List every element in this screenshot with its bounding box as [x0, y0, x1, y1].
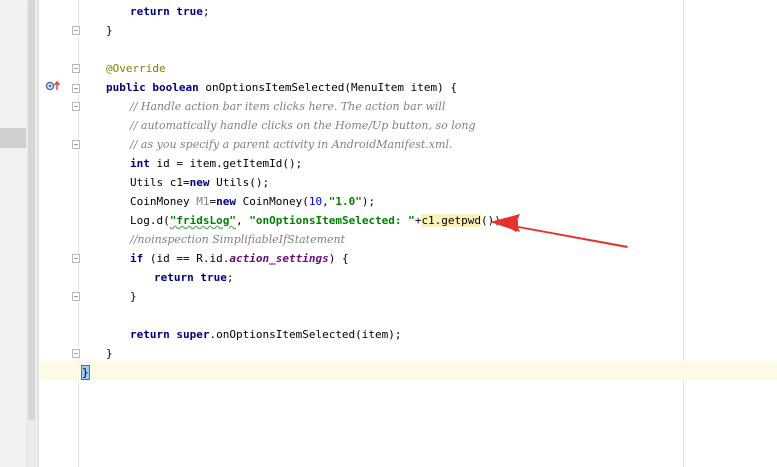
code-token: return super: [130, 328, 210, 341]
code-token: ;: [202, 5, 210, 18]
code-line-override-annotation[interactable]: @Override: [106, 59, 166, 78]
scrollbar-thumb[interactable]: [28, 0, 35, 420]
code-token: ) {: [328, 252, 349, 265]
code-line-log-d[interactable]: Log.d("fridsLog", "onOptionsItemSelected…: [130, 211, 508, 230]
project-tool-strip: [0, 0, 26, 467]
code-token: // as you specify a parent activity in A…: [130, 138, 453, 151]
code-line-comment-2[interactable]: // automatically handle clicks on the Ho…: [130, 116, 476, 135]
code-token: Utils();: [216, 176, 270, 189]
code-token: Utils c1=: [130, 176, 190, 189]
code-token: onOptionsItemSelected(MenuItem item) {: [205, 81, 458, 94]
fold-marker-icon[interactable]: [72, 140, 80, 149]
code-line-int-id[interactable]: int id = item.getItemId();: [130, 154, 302, 173]
current-line-highlight: [40, 361, 777, 380]
editor-gutter: [39, 0, 80, 467]
code-token: }: [81, 365, 90, 380]
code-token: if: [130, 252, 150, 265]
code-token: public boolean: [106, 81, 206, 94]
code-token: .onOptionsItemSelected(item);: [209, 328, 402, 341]
code-token: CoinMoney(: [242, 195, 309, 208]
code-token: // automatically handle clicks on the Ho…: [130, 119, 476, 132]
code-token: return true: [154, 271, 227, 284]
code-token: 10: [308, 195, 323, 208]
code-token: new: [216, 195, 243, 208]
code-token: ;: [226, 271, 234, 284]
code-token: "onOptionsItemSelected: ": [249, 214, 415, 227]
code-token: @Override: [106, 62, 166, 75]
code-token: (id == R.id.: [149, 252, 230, 265]
code-token: Log.d(: [130, 214, 170, 227]
override-method-icon[interactable]: [45, 80, 61, 92]
code-line-comment-3[interactable]: // as you specify a parent activity in A…: [130, 135, 452, 154]
fold-marker-icon[interactable]: [72, 349, 80, 358]
code-token: }: [106, 24, 113, 37]
editor-scrollbar[interactable]: [26, 0, 39, 467]
fold-marker-icon[interactable]: [72, 26, 80, 35]
fold-marker-icon[interactable]: [72, 84, 80, 93]
code-line-close-brace-method[interactable]: }: [106, 344, 113, 363]
code-token: );: [361, 195, 376, 208]
code-token: // Handle action bar item clicks here. T…: [130, 100, 446, 113]
code-line-close-brace-if[interactable]: }: [130, 287, 137, 306]
code-line-close-brace-class[interactable]: }: [81, 363, 90, 382]
fold-marker-icon[interactable]: [72, 292, 80, 301]
code-token: //noinspection SimplifiableIfStatement: [130, 233, 346, 246]
code-line-comment-1[interactable]: // Handle action bar item clicks here. T…: [130, 97, 445, 116]
code-token: ,: [322, 195, 329, 208]
code-line-return-true-top[interactable]: return true;: [130, 2, 209, 21]
code-line-return-true-inner[interactable]: return true;: [154, 268, 233, 287]
code-token: "1.0": [328, 195, 362, 208]
code-token: ());: [481, 214, 508, 227]
code-line-close-brace-1[interactable]: }: [106, 21, 113, 40]
code-token: }: [130, 290, 137, 303]
code-token: "fridsLog": [169, 214, 236, 227]
right-margin-guide: [683, 0, 684, 467]
code-line-noinspection-comment[interactable]: //noinspection SimplifiableIfStatement: [130, 230, 345, 249]
fold-marker-icon[interactable]: [72, 64, 80, 73]
code-line-return-super[interactable]: return super.onOptionsItemSelected(item)…: [130, 325, 402, 344]
fold-marker-icon[interactable]: [72, 102, 80, 111]
code-token: ,: [235, 214, 250, 227]
code-token: }: [106, 347, 113, 360]
code-token: id = item.getItemId();: [156, 157, 303, 170]
code-token: CoinMoney: [130, 195, 197, 208]
code-line-if-statement[interactable]: if (id == R.id.action_settings) {: [130, 249, 349, 268]
tool-strip-band: [0, 128, 26, 148]
code-token: c1.getpwd: [421, 214, 482, 227]
code-token: action_settings: [229, 252, 329, 265]
code-token: M1: [196, 195, 210, 208]
code-token: int: [130, 157, 157, 170]
code-line-method-signature[interactable]: public boolean onOptionsItemSelected(Men…: [106, 78, 457, 97]
code-token: new: [189, 176, 217, 189]
code-line-coinmoney-m1[interactable]: CoinMoney M1=new CoinMoney(10,"1.0");: [130, 192, 375, 211]
code-token: return true: [130, 5, 203, 18]
code-line-utils-c1[interactable]: Utils c1=new Utils();: [130, 173, 269, 192]
fold-marker-icon[interactable]: [72, 254, 80, 263]
